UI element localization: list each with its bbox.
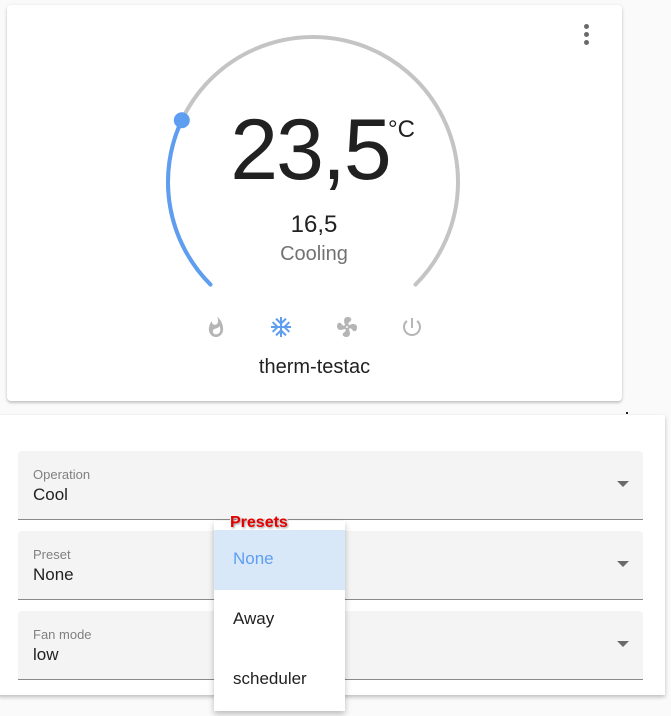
- current-temperature: 23,5: [230, 102, 391, 198]
- preset-option-away[interactable]: Away: [214, 590, 345, 650]
- presets-annotation: Presets: [230, 514, 288, 531]
- field-value: Cool: [33, 485, 68, 504]
- power-icon: [403, 318, 421, 336]
- dropdown-arrow-icon: [617, 481, 629, 487]
- mode-off-button[interactable]: [398, 313, 426, 341]
- artifact-dot: [626, 412, 628, 414]
- mode-fan-button[interactable]: [333, 313, 361, 341]
- target-temperature: 16,5: [290, 211, 338, 238]
- field-value: low: [33, 645, 59, 664]
- dial-handle[interactable]: [173, 112, 190, 129]
- dropdown-arrow-icon: [617, 561, 629, 567]
- entity-name: therm-testac: [258, 356, 371, 378]
- preset-dropdown-menu: None Away scheduler: [214, 521, 345, 711]
- flame-icon: [208, 316, 224, 338]
- preset-option-none[interactable]: None: [214, 530, 345, 590]
- dropdown-arrow-icon: [617, 641, 629, 647]
- field-value: None: [33, 565, 74, 584]
- hvac-action: Cooling: [280, 243, 348, 265]
- field-label: Preset: [33, 547, 71, 562]
- snowflake-icon: [271, 317, 291, 337]
- mode-cool-button[interactable]: [267, 313, 295, 341]
- field-label: Operation: [33, 467, 91, 482]
- field-label: Fan mode: [33, 627, 92, 642]
- temperature-unit: °C: [388, 116, 415, 143]
- mode-heat-button[interactable]: [202, 313, 230, 341]
- dial-active-arc: [166, 118, 213, 287]
- operation-select[interactable]: Operation Cool: [18, 451, 643, 520]
- fan-icon: [337, 317, 358, 337]
- preset-option-scheduler[interactable]: scheduler: [214, 650, 345, 710]
